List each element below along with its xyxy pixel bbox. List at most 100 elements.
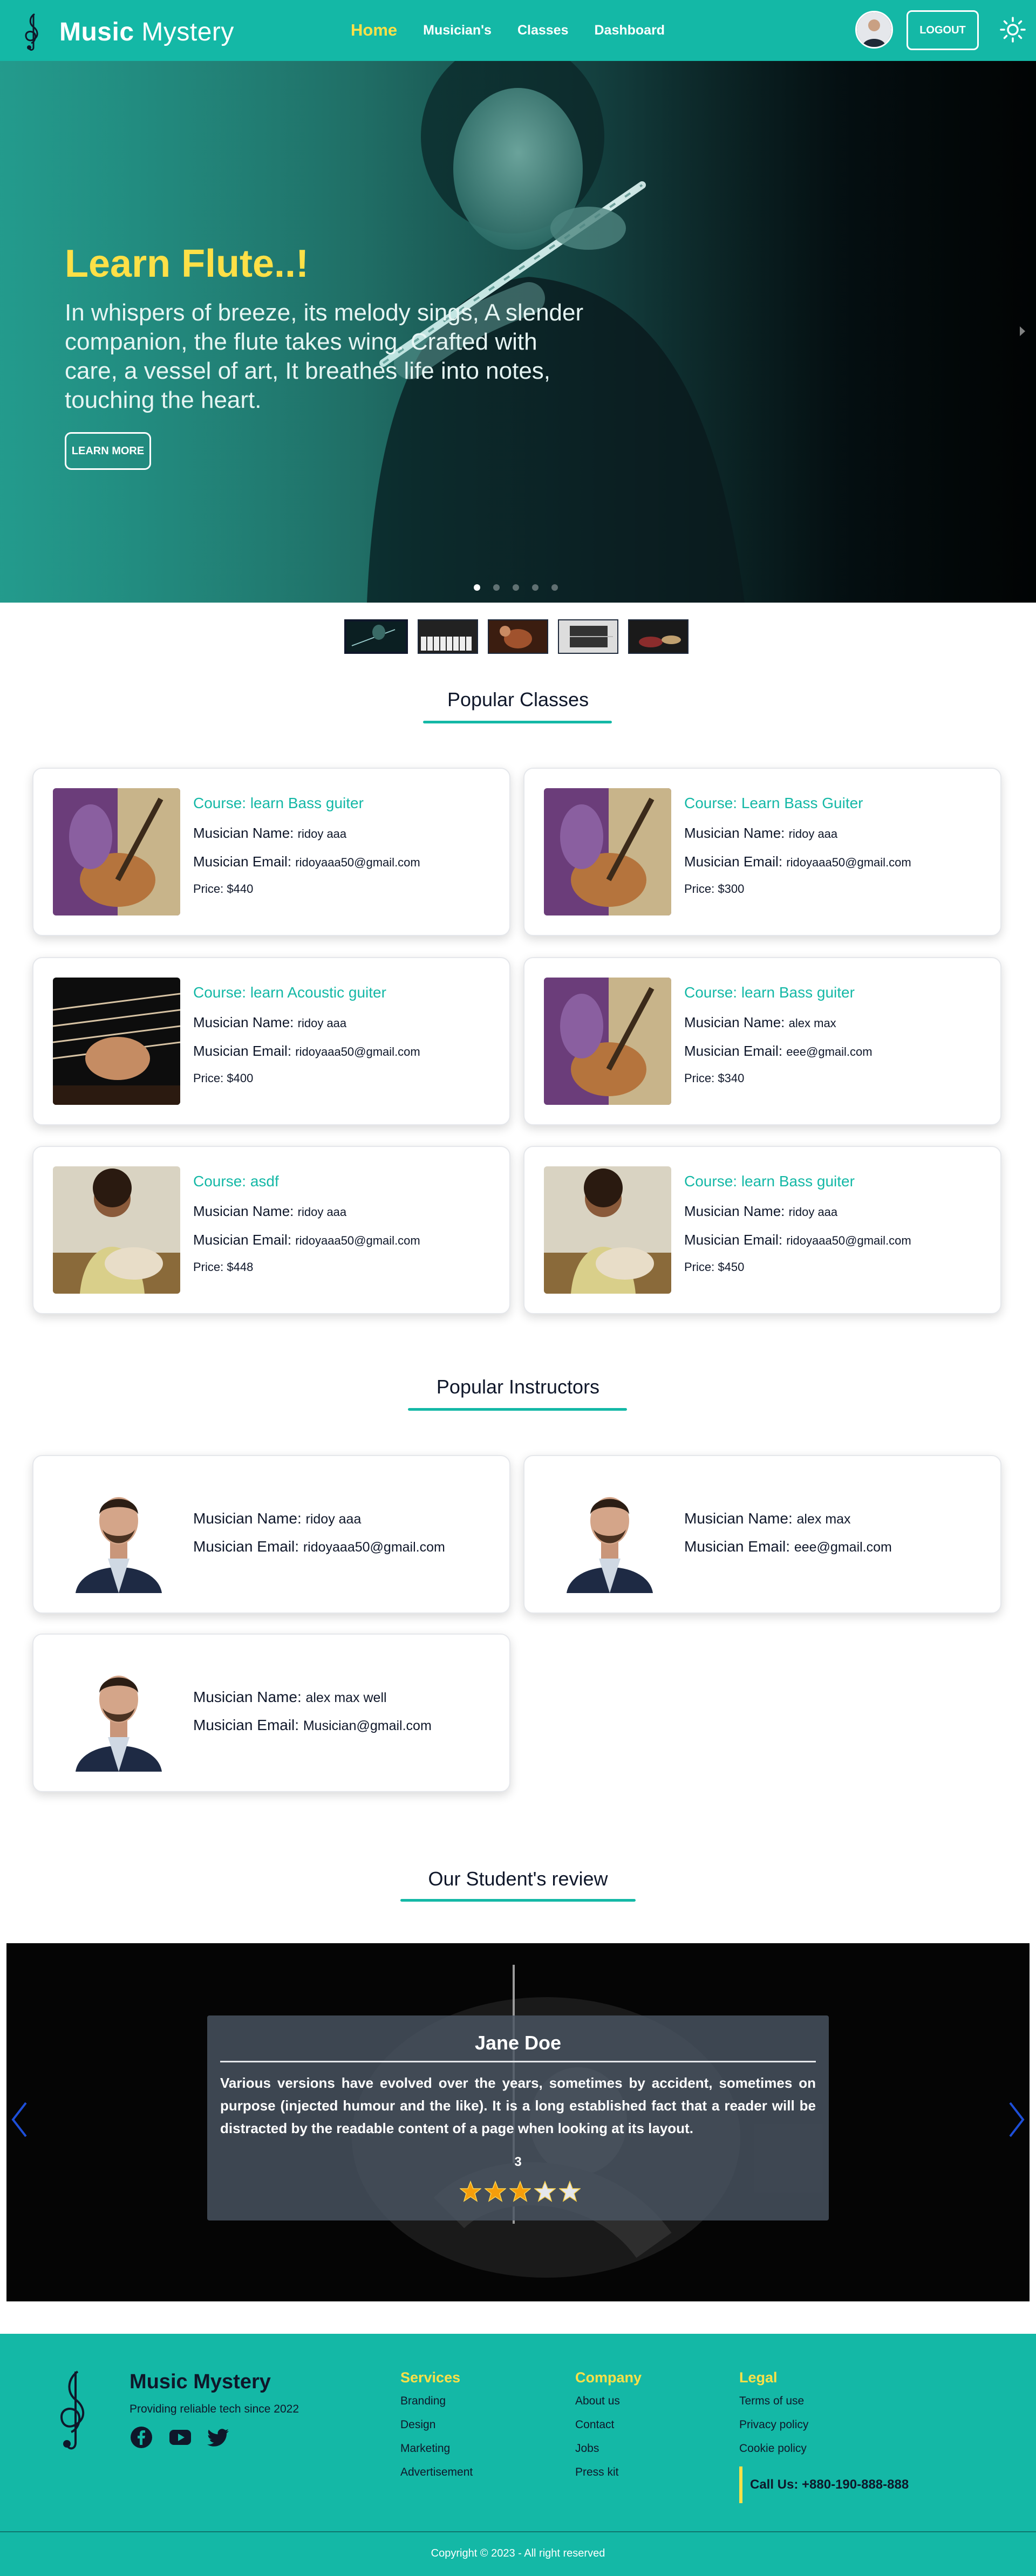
nav-link-classes[interactable]: Classes	[517, 23, 569, 38]
learn-more-button[interactable]: LEARN MORE	[65, 432, 151, 470]
bass-guitar-image	[53, 788, 180, 915]
class-info: Course: learn Bass guiter Musician Name:…	[684, 1173, 911, 1274]
chevron-right-icon[interactable]	[1018, 323, 1028, 339]
instructor-email: Musician Email: eee@gmail.com	[684, 1538, 892, 1555]
class-card: Course: learn Bass guiter Musician Name:…	[523, 957, 1001, 1125]
nav-link-musicians[interactable]: Musician's	[423, 23, 492, 38]
value: Musician@gmail.com	[303, 1718, 432, 1733]
label: Price:	[193, 1071, 224, 1085]
nav-link-home[interactable]: Home	[351, 21, 397, 40]
footer-link-contact[interactable]: Contact	[575, 2418, 642, 2431]
chevron-right-icon[interactable]	[1007, 2100, 1026, 2140]
label: Price:	[684, 882, 715, 896]
class-price: Price: $400	[193, 1071, 420, 1085]
thumbnail-drums[interactable]	[628, 619, 689, 654]
sun-icon[interactable]	[999, 16, 1026, 43]
instructor-card: Musician Name: ridoy aaa Musician Email:…	[32, 1455, 510, 1614]
guitarist-image	[544, 1166, 671, 1294]
label: Musician Name:	[684, 1014, 785, 1030]
footer-link-privacy[interactable]: Privacy policy	[739, 2418, 808, 2431]
class-musician-name: Musician Name: ridoy aaa	[684, 1203, 911, 1220]
brand-bold: Music	[59, 17, 134, 46]
class-course-title: Course: learn Bass guiter	[193, 795, 364, 811]
copyright-text: Copyright © 2023 - All right reserved	[431, 2547, 605, 2559]
instructor-email: Musician Email: ridoyaaa50@gmail.com	[193, 1538, 445, 1555]
label: Musician Name:	[193, 825, 294, 841]
thumbnail-piano[interactable]	[418, 619, 478, 654]
facebook-icon[interactable]	[130, 2425, 153, 2449]
review-slider: Jane Doe Various versions have evolved o…	[6, 1943, 1030, 2301]
footer-link-marketing[interactable]: Marketing	[400, 2442, 473, 2455]
star-empty-icon	[534, 2181, 556, 2202]
value: alex max well	[305, 1690, 387, 1705]
footer-link-branding[interactable]: Branding	[400, 2395, 473, 2408]
class-price: Price: $448	[193, 1260, 420, 1274]
brand-name: Music Mystery	[59, 17, 234, 47]
class-price: Price: $450	[684, 1260, 911, 1274]
footer-link-terms[interactable]: Terms of use	[739, 2395, 808, 2408]
label: Musician Email:	[193, 853, 292, 870]
star-icon	[485, 2181, 506, 2202]
class-course-title: Course: learn Acoustic guiter	[193, 984, 386, 1001]
youtube-icon[interactable]	[168, 2425, 192, 2449]
logout-button[interactable]: LOGOUT	[906, 10, 979, 50]
footer-tagline: Providing reliable tech since 2022	[130, 2403, 299, 2415]
instructor-name: Musician Name: alex max	[684, 1510, 892, 1527]
class-musician-name: Musician Name: ridoy aaa	[193, 1014, 420, 1031]
footer-brand: Music Mystery	[130, 2370, 271, 2393]
footer-link-advertisement[interactable]: Advertisement	[400, 2466, 473, 2479]
label: Musician Name:	[684, 1203, 785, 1219]
value: alex max	[788, 1016, 836, 1030]
rating-stars	[460, 2181, 581, 2202]
review-card: Jane Doe Various versions have evolved o…	[207, 2015, 829, 2220]
call-us[interactable]: Call Us: +880-190-888-888	[739, 2466, 909, 2503]
class-musician-email: Musician Email: eee@gmail.com	[684, 1043, 873, 1060]
class-musician-email: Musician Email: ridoyaaa50@gmail.com	[684, 853, 911, 870]
label: Musician Email:	[684, 1232, 783, 1248]
user-avatar[interactable]	[855, 11, 893, 49]
class-course-title: Course: Learn Bass Guiter	[684, 795, 863, 811]
navbar: Music Mystery Home Musician's Classes Da…	[0, 0, 1036, 61]
carousel-dot-1[interactable]	[474, 584, 480, 591]
footer-link-cookie[interactable]: Cookie policy	[739, 2442, 808, 2455]
class-info: Course: asdf Musician Name: ridoy aaa Mu…	[193, 1173, 420, 1274]
review-rating: 3	[514, 2155, 522, 2169]
nav-link-dashboard[interactable]: Dashboard	[595, 23, 665, 38]
footer-link-jobs[interactable]: Jobs	[575, 2442, 642, 2455]
footer-link-about[interactable]: About us	[575, 2395, 642, 2408]
class-musician-email: Musician Email: ridoyaaa50@gmail.com	[193, 1043, 420, 1060]
carousel-dot-4[interactable]	[532, 584, 539, 591]
value: $448	[227, 1260, 254, 1274]
section-underline	[400, 1899, 636, 1902]
chevron-left-icon[interactable]	[10, 2100, 29, 2140]
carousel-dot-5[interactable]	[551, 584, 558, 591]
copyright-bar: Copyright © 2023 - All right reserved	[0, 2531, 1036, 2576]
instructor-card: Musician Name: alex max Musician Email: …	[523, 1455, 1001, 1614]
carousel-dot-2[interactable]	[493, 584, 500, 591]
thumbnail-violin[interactable]	[488, 619, 548, 654]
guitarist-image	[53, 1166, 180, 1294]
value: ridoyaaa50@gmail.com	[786, 1234, 911, 1247]
footer-legal: Legal Terms of use Privacy policy Cookie…	[739, 2369, 808, 2466]
label: Musician Email:	[193, 1043, 292, 1059]
label: Musician Name:	[193, 1014, 294, 1030]
brand[interactable]: Music Mystery	[22, 12, 234, 52]
footer-link-press-kit[interactable]: Press kit	[575, 2466, 642, 2479]
review-divider	[220, 2061, 816, 2062]
label: Price:	[193, 882, 224, 896]
label: Musician Email:	[684, 853, 783, 870]
class-info: Course: learn Bass guiter Musician Name:…	[684, 984, 873, 1085]
review-text: Various versions have evolved over the y…	[220, 2075, 816, 2136]
instructor-email: Musician Email: Musician@gmail.com	[193, 1717, 432, 1734]
class-card: Course: learn Bass guiter Musician Name:…	[32, 768, 510, 936]
instructor-card: Musician Name: alex max well Musician Em…	[32, 1634, 510, 1792]
footer-services: Services Branding Design Marketing Adver…	[400, 2369, 473, 2490]
class-musician-name: Musician Name: ridoy aaa	[684, 825, 911, 842]
treble-clef-logo-icon	[60, 2370, 84, 2450]
footer-link-design[interactable]: Design	[400, 2418, 473, 2431]
thumbnail-flute[interactable]	[344, 619, 408, 654]
twitter-icon[interactable]	[207, 2425, 231, 2449]
class-course-title: Course: learn Bass guiter	[684, 1173, 855, 1190]
thumbnail-guitar[interactable]	[558, 619, 618, 654]
carousel-dot-3[interactable]	[513, 584, 519, 591]
